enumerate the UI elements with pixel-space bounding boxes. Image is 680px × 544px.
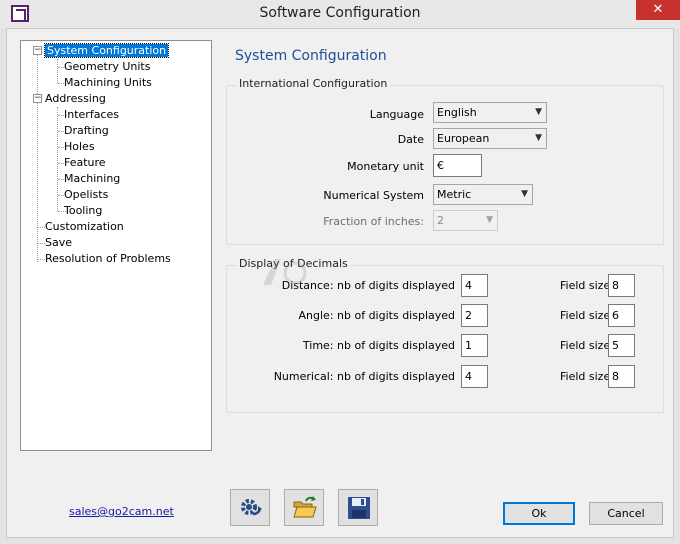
fraction-of-inches-select[interactable]: 2 ▼ — [433, 210, 498, 231]
dialog-body: − System Configuration Geometry Units Ma… — [6, 28, 674, 538]
angle-field-size-input[interactable]: 6 — [608, 304, 635, 327]
tree-line — [38, 259, 45, 260]
save-disk-icon — [348, 497, 370, 519]
settings-icon — [241, 499, 262, 516]
collapse-icon[interactable]: − — [33, 94, 42, 103]
open-folder-button[interactable] — [284, 489, 324, 526]
watermark-logo — [263, 259, 307, 285]
language-select[interactable]: English ▼ — [433, 102, 547, 123]
collapse-icon[interactable]: − — [33, 46, 42, 55]
language-value: English — [437, 106, 477, 119]
decimal-row-label: Angle: nb of digits displayed — [298, 309, 455, 322]
configuration-tree[interactable]: − System Configuration Geometry Units Ma… — [20, 40, 212, 451]
numerical-digits-input[interactable]: 4 — [461, 365, 488, 388]
tree-item-drafting[interactable]: Drafting — [64, 123, 109, 138]
tree-item-tooling[interactable]: Tooling — [64, 203, 102, 218]
open-folder-icon — [293, 496, 317, 518]
tree-item-machining[interactable]: Machining — [64, 171, 120, 186]
tree-item-geometry-units[interactable]: Geometry Units — [64, 59, 150, 74]
tree-line — [37, 55, 38, 262]
window-title: Software Configuration — [259, 5, 421, 21]
chevron-down-icon: ▼ — [535, 133, 542, 143]
tree-item-interfaces[interactable]: Interfaces — [64, 107, 119, 122]
numerical-system-label: Numerical System — [323, 189, 424, 202]
distance-field-size-input[interactable]: 8 — [608, 274, 635, 297]
tree-item-system-configuration[interactable]: System Configuration — [43, 43, 170, 58]
close-button[interactable]: ✕ — [636, 0, 680, 20]
cancel-button[interactable]: Cancel — [589, 502, 663, 525]
tree-item-machining-units[interactable]: Machining Units — [64, 75, 152, 90]
title-bar: Software Configuration ✕ — [0, 0, 680, 28]
language-label: Language — [369, 108, 424, 121]
tree-item-save[interactable]: Save — [45, 235, 72, 250]
numerical-system-select[interactable]: Metric ▼ — [433, 184, 533, 205]
field-size-label: Field size — [560, 370, 611, 383]
time-field-size-input[interactable]: 5 — [608, 334, 635, 357]
tree-item-customization[interactable]: Customization — [45, 219, 124, 234]
date-label: Date — [397, 133, 424, 146]
field-size-label: Field size — [560, 279, 611, 292]
chevron-down-icon: ▼ — [486, 215, 493, 225]
angle-digits-input[interactable]: 2 — [461, 304, 488, 327]
monetary-unit-input[interactable]: € — [433, 154, 482, 177]
fraction-of-inches-value: 2 — [437, 214, 444, 227]
tree-item-holes[interactable]: Holes — [64, 139, 95, 154]
tree-item-resolution-of-problems[interactable]: Resolution of Problems — [45, 251, 171, 266]
tree-item-addressing[interactable]: Addressing — [45, 91, 106, 106]
chevron-down-icon: ▼ — [535, 107, 542, 117]
tree-line — [38, 227, 45, 228]
date-select[interactable]: European ▼ — [433, 128, 547, 149]
numerical-field-size-input[interactable]: 8 — [608, 365, 635, 388]
panel-title: System Configuration — [235, 48, 387, 64]
field-size-label: Field size — [560, 309, 611, 322]
monetary-unit-label: Monetary unit — [347, 160, 424, 173]
date-value: European — [437, 132, 490, 145]
decimal-row-label: Numerical: nb of digits displayed — [273, 370, 455, 383]
numerical-system-value: Metric — [437, 188, 472, 201]
tree-item-feature[interactable]: Feature — [64, 155, 106, 170]
international-configuration-legend: International Configuration — [236, 77, 391, 90]
settings-button[interactable] — [230, 489, 270, 526]
sales-email-link[interactable]: sales@go2cam.net — [69, 505, 174, 518]
decimal-row-label: Time: nb of digits displayed — [302, 339, 455, 352]
save-button[interactable] — [338, 489, 378, 526]
fraction-of-inches-label: Fraction of inches: — [323, 215, 424, 228]
chevron-down-icon: ▼ — [521, 189, 528, 199]
tree-item-opelists[interactable]: Opelists — [64, 187, 108, 202]
ok-button[interactable]: Ok — [503, 502, 575, 525]
distance-digits-input[interactable]: 4 — [461, 274, 488, 297]
time-digits-input[interactable]: 1 — [461, 334, 488, 357]
field-size-label: Field size — [560, 339, 611, 352]
tree-line — [38, 243, 45, 244]
tree-line — [57, 59, 58, 83]
tree-item-label: System Configuration — [43, 43, 170, 58]
